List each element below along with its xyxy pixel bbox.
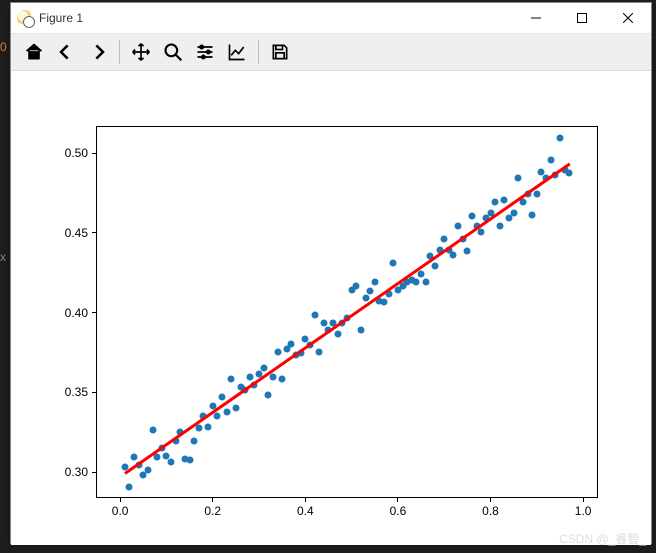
matplotlib-icon bbox=[17, 10, 33, 26]
forward-button[interactable] bbox=[83, 37, 113, 67]
scatter-point bbox=[168, 458, 175, 465]
close-button[interactable] bbox=[605, 3, 651, 33]
scatter-point bbox=[311, 312, 318, 319]
y-tick: 0.40 bbox=[65, 306, 97, 320]
scatter-point bbox=[131, 454, 138, 461]
x-tick-label: 0.2 bbox=[204, 504, 221, 518]
x-tick-label: 1.0 bbox=[575, 504, 592, 518]
scatter-point bbox=[496, 222, 503, 229]
scatter-point bbox=[186, 457, 193, 464]
x-tick: 0.6 bbox=[388, 497, 408, 518]
x-tick-label: 0.4 bbox=[297, 504, 314, 518]
scatter-point bbox=[279, 375, 286, 382]
scatter-point bbox=[274, 348, 281, 355]
x-tick-label: 0.0 bbox=[112, 504, 129, 518]
scatter-point bbox=[492, 198, 499, 205]
scatter-point bbox=[316, 348, 323, 355]
x-tick-label: 0.6 bbox=[390, 504, 407, 518]
figure-window: Figure 1 bbox=[10, 2, 652, 544]
scatter-point bbox=[469, 213, 476, 220]
scatter-point bbox=[334, 331, 341, 338]
pan-button[interactable] bbox=[126, 37, 156, 67]
scatter-point bbox=[288, 340, 295, 347]
scatter-point bbox=[144, 466, 151, 473]
plot-area[interactable]: 0.30 0.35 0.40 0.45 0.50 0.0 0.2 0.4 0.6 0.8 1.0 bbox=[11, 71, 651, 545]
y-tick: 0.35 bbox=[65, 385, 97, 399]
scatter-point bbox=[362, 294, 369, 301]
y-tick-label: 0.40 bbox=[65, 306, 88, 320]
zoom-button[interactable] bbox=[158, 37, 188, 67]
scatter-point bbox=[214, 412, 221, 419]
scatter-point bbox=[149, 427, 156, 434]
save-button[interactable] bbox=[265, 37, 295, 67]
scatter-point bbox=[232, 404, 239, 411]
scatter-point bbox=[223, 409, 230, 416]
scatter-point bbox=[367, 288, 374, 295]
edit-button[interactable] bbox=[222, 37, 252, 67]
scatter-point bbox=[219, 393, 226, 400]
y-tick-label: 0.50 bbox=[65, 146, 88, 160]
watermark: CSDN @_睿智_ bbox=[559, 530, 646, 547]
scatter-point bbox=[533, 190, 540, 197]
scatter-point bbox=[265, 391, 272, 398]
toolbar bbox=[11, 34, 651, 71]
scatter-point bbox=[431, 262, 438, 269]
scatter-point bbox=[390, 259, 397, 266]
toolbar-divider bbox=[258, 40, 259, 64]
back-button[interactable] bbox=[51, 37, 81, 67]
home-button[interactable] bbox=[19, 37, 49, 67]
y-tick-label: 0.30 bbox=[65, 465, 88, 479]
titlebar: Figure 1 bbox=[11, 3, 651, 34]
window-title: Figure 1 bbox=[39, 11, 83, 25]
scatter-point bbox=[510, 210, 517, 217]
scatter-point bbox=[413, 278, 420, 285]
scatter-point bbox=[357, 326, 364, 333]
scatter-point bbox=[126, 484, 133, 491]
y-tick-label: 0.45 bbox=[65, 226, 88, 240]
scatter-point bbox=[422, 278, 429, 285]
configure-button[interactable] bbox=[190, 37, 220, 67]
scatter-point bbox=[515, 175, 522, 182]
x-tick: 1.0 bbox=[573, 497, 593, 518]
scatter-point bbox=[205, 423, 212, 430]
scatter-point bbox=[191, 438, 198, 445]
y-tick: 0.50 bbox=[65, 146, 97, 160]
scatter-point bbox=[547, 157, 554, 164]
scatter-point bbox=[478, 229, 485, 236]
scatter-point bbox=[246, 374, 253, 381]
toolbar-divider bbox=[119, 40, 120, 64]
scatter-point bbox=[228, 375, 235, 382]
scatter-point bbox=[371, 278, 378, 285]
regression-line bbox=[124, 162, 570, 474]
scatter-point bbox=[269, 374, 276, 381]
x-tick: 0.8 bbox=[481, 497, 501, 518]
scatter-point bbox=[556, 135, 563, 142]
scatter-point bbox=[195, 425, 202, 432]
scatter-point bbox=[441, 235, 448, 242]
y-tick-label: 0.35 bbox=[65, 385, 88, 399]
minimize-button[interactable] bbox=[513, 3, 559, 33]
scatter-point bbox=[154, 454, 161, 461]
maximize-button[interactable] bbox=[559, 3, 605, 33]
scatter-point bbox=[566, 170, 573, 177]
x-tick: 0.0 bbox=[110, 497, 130, 518]
scatter-point bbox=[450, 251, 457, 258]
scatter-point bbox=[418, 270, 425, 277]
scatter-point bbox=[501, 197, 508, 204]
scatter-point bbox=[353, 283, 360, 290]
scatter-point bbox=[529, 211, 536, 218]
scatter-point bbox=[455, 222, 462, 229]
scatter-point bbox=[381, 299, 388, 306]
scatter-point bbox=[260, 364, 267, 371]
x-tick: 0.2 bbox=[203, 497, 223, 518]
x-tick: 0.4 bbox=[295, 497, 315, 518]
y-tick: 0.30 bbox=[65, 465, 97, 479]
scatter-point bbox=[464, 248, 471, 255]
y-tick: 0.45 bbox=[65, 226, 97, 240]
x-tick-label: 0.8 bbox=[482, 504, 499, 518]
axes: 0.300.350.400.450.500.00.20.40.60.81.0 bbox=[96, 126, 598, 498]
